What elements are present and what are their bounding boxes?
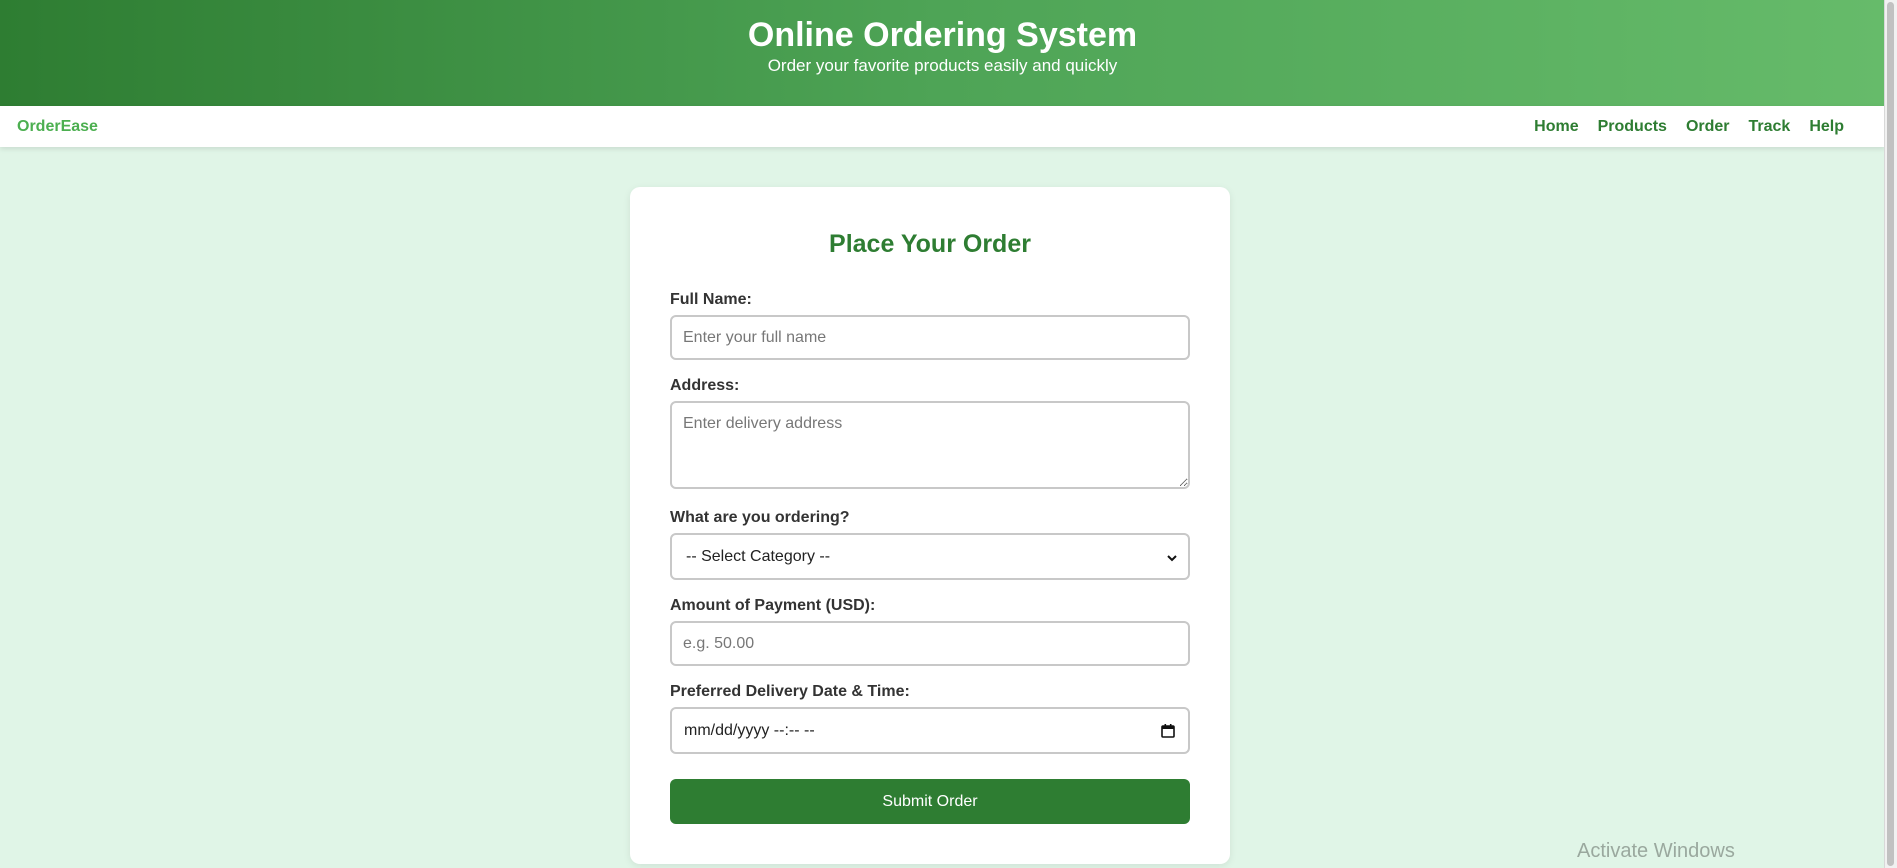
order-form-card: Place Your Order Full Name: Address: Wha… [630, 187, 1230, 864]
delivery-datetime-label: Preferred Delivery Date & Time: [670, 683, 910, 700]
address-label: Address: [670, 377, 740, 394]
address-textarea[interactable] [670, 401, 1190, 489]
full-name-label: Full Name: [670, 291, 752, 308]
site-subtitle: Order your favorite products easily and … [767, 56, 1118, 75]
nav-link-products[interactable]: Products [1598, 118, 1667, 136]
page: Online Ordering System Order your favori… [0, 0, 1885, 868]
calendar-icon[interactable] [1160, 723, 1176, 739]
navbar: OrderEase Home Products Order Track Help [0, 106, 1885, 147]
chevron-down-icon [1166, 551, 1178, 563]
site-header: Online Ordering System Order your favori… [0, 0, 1885, 106]
nav-link-home[interactable]: Home [1534, 118, 1578, 136]
full-name-input[interactable] [670, 315, 1190, 360]
delivery-datetime-input[interactable]: mm/dd/yyyy --:-- -- [670, 707, 1190, 754]
amount-label: Amount of Payment (USD): [670, 597, 876, 614]
category-label: What are you ordering? [670, 509, 850, 526]
nav-link-track[interactable]: Track [1749, 118, 1791, 136]
delivery-datetime-value: mm/dd/yyyy --:-- -- [684, 721, 815, 739]
form-title: Place Your Order [829, 230, 1031, 258]
activate-windows-watermark: Activate Windows [1577, 840, 1735, 862]
scrollbar[interactable] [1884, 0, 1897, 868]
brand-link[interactable]: OrderEase [17, 118, 98, 136]
scrollbar-thumb[interactable] [1887, 2, 1894, 866]
nav-links: Home Products Order Track Help [1534, 118, 1844, 136]
site-title: Online Ordering System [747, 16, 1138, 54]
category-select[interactable]: -- Select Category -- [670, 533, 1190, 580]
nav-link-order[interactable]: Order [1686, 118, 1730, 136]
submit-order-button[interactable]: Submit Order [670, 779, 1190, 824]
amount-input[interactable] [670, 621, 1190, 666]
nav-link-help[interactable]: Help [1809, 118, 1844, 136]
category-selected-value: -- Select Category -- [686, 547, 831, 565]
